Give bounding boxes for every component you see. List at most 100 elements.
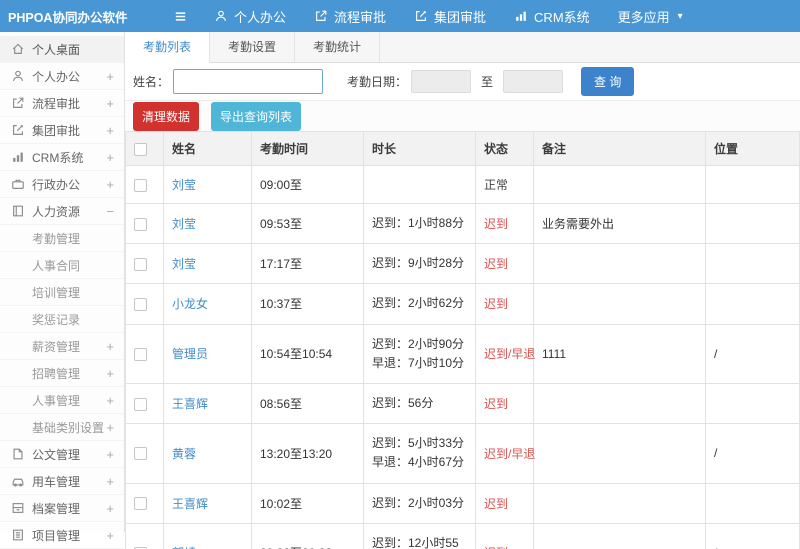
- column-header-0: 姓名: [164, 132, 252, 166]
- topnav-item-2[interactable]: 集团审批: [414, 7, 486, 26]
- employee-name-link[interactable]: 刘莹: [172, 217, 196, 231]
- employee-name-link[interactable]: 刘莹: [172, 257, 196, 271]
- employee-name-link[interactable]: 郭靖: [172, 546, 196, 549]
- sidebar-item-9[interactable]: 培训管理: [0, 279, 124, 306]
- employee-name-link[interactable]: 黄蓉: [172, 447, 196, 461]
- sidebar-item-17[interactable]: 档案管理 +: [0, 495, 124, 522]
- sidebar-item-label: 薪资管理: [32, 338, 80, 355]
- sidebar-item-5[interactable]: 行政办公+: [0, 171, 124, 198]
- sidebar-item-label: 流程审批: [32, 95, 80, 112]
- sidebar-item-16[interactable]: 用车管理+: [0, 468, 124, 495]
- topnav-label: 流程审批: [334, 7, 386, 26]
- expand-toggle-icon: +: [106, 501, 114, 516]
- chart-icon: [514, 9, 528, 23]
- row-select-cell: [126, 244, 164, 284]
- sidebar-item-6[interactable]: 人力资源−: [0, 198, 124, 225]
- topnav-item-4[interactable]: 更多应用▾: [618, 7, 683, 26]
- row-checkbox[interactable]: [134, 218, 147, 231]
- topnav-label: 集团审批: [434, 7, 486, 26]
- row-select-cell: [126, 483, 164, 523]
- table-row: 黄蓉 13:20至13:20 迟到：5小时33分早退：4小时67分 迟到/早退 …: [126, 424, 800, 483]
- row-checkbox[interactable]: [134, 447, 147, 460]
- status-badge: 迟到: [484, 257, 508, 271]
- sidebar-item-10[interactable]: 奖惩记录: [0, 306, 124, 333]
- expand-toggle-icon: +: [106, 528, 114, 543]
- chart-icon: [10, 150, 25, 164]
- row-checkbox[interactable]: [134, 298, 147, 311]
- employee-name-link[interactable]: 王喜辉: [172, 497, 208, 511]
- search-button[interactable]: 查 询: [581, 67, 634, 96]
- topnav-item-3[interactable]: CRM系统: [514, 7, 590, 26]
- sidebar-item-18[interactable]: 项目管理+: [0, 522, 124, 549]
- sidebar-item-1[interactable]: 个人办公 +: [0, 63, 124, 90]
- name-cell: 小龙女: [164, 284, 252, 324]
- employee-name-link[interactable]: 小龙女: [172, 297, 208, 311]
- sidebar-item-label: 培训管理: [32, 284, 80, 301]
- duration-cell: 迟到：2小时62分: [364, 284, 476, 324]
- sidebar-item-0[interactable]: 个人桌面: [0, 36, 124, 63]
- duration-cell: 迟到：56分: [364, 383, 476, 423]
- topnav-item-1[interactable]: 流程审批: [314, 7, 386, 26]
- sidebar-item-12[interactable]: 招聘管理+: [0, 360, 124, 387]
- sidebar-item-15[interactable]: 公文管理+: [0, 441, 124, 468]
- row-checkbox[interactable]: [134, 547, 147, 549]
- user-icon: [214, 9, 228, 23]
- expand-toggle-icon: +: [106, 393, 114, 408]
- location-cell: [706, 483, 800, 523]
- date-to-input[interactable]: [503, 70, 563, 93]
- employee-name-link[interactable]: 王喜辉: [172, 397, 208, 411]
- sidebar-toggle-button[interactable]: [173, 9, 188, 24]
- tab-0[interactable]: 考勤列表: [125, 32, 210, 63]
- status-cell: 迟到: [476, 244, 534, 284]
- hamburger-icon: [173, 9, 188, 24]
- select-all-checkbox[interactable]: [134, 143, 147, 156]
- sidebar-item-2[interactable]: 流程审批+: [0, 90, 124, 117]
- row-select-cell: [126, 284, 164, 324]
- clean-data-button[interactable]: 清理数据: [133, 102, 199, 131]
- topnav-label: CRM系统: [534, 7, 590, 26]
- row-checkbox[interactable]: [134, 348, 147, 361]
- sidebar-item-label: 档案管理: [32, 500, 80, 517]
- expand-toggle-icon: +: [106, 366, 114, 381]
- employee-name-link[interactable]: 刘莹: [172, 178, 196, 192]
- sidebar-item-8[interactable]: 人事合同: [0, 252, 124, 279]
- row-checkbox[interactable]: [134, 258, 147, 271]
- row-checkbox[interactable]: [134, 497, 147, 510]
- app-logo: PHPOA协同办公软件: [0, 7, 125, 26]
- tab-2[interactable]: 考勤统计: [295, 32, 380, 62]
- duration-cell: 迟到：2小时90分早退：7小时10分: [364, 324, 476, 383]
- duration-cell: 迟到：1小时88分: [364, 204, 476, 244]
- export-list-button[interactable]: 导出查询列表: [211, 102, 301, 131]
- sidebar-item-14[interactable]: 基础类别设置+: [0, 414, 124, 441]
- row-checkbox[interactable]: [134, 179, 147, 192]
- sidebar-item-label: 个人办公: [32, 68, 80, 85]
- row-select-cell: [126, 166, 164, 204]
- sidebar-item-label: 公文管理: [32, 446, 80, 463]
- tab-1[interactable]: 考勤设置: [210, 32, 295, 62]
- sidebar-item-11[interactable]: 薪资管理+: [0, 333, 124, 360]
- sidebar-item-13[interactable]: 人事管理+: [0, 387, 124, 414]
- status-badge: 迟到/早退: [484, 347, 535, 361]
- expand-toggle-icon: +: [106, 69, 114, 84]
- row-select-cell: [126, 204, 164, 244]
- name-cell: 王喜辉: [164, 483, 252, 523]
- name-filter-input[interactable]: [173, 69, 323, 94]
- book-icon: [10, 204, 25, 218]
- row-select-cell: [126, 383, 164, 423]
- sidebar-item-4[interactable]: CRM系统+: [0, 144, 124, 171]
- expand-toggle-icon: −: [106, 204, 114, 219]
- column-header-2: 时长: [364, 132, 476, 166]
- sidebar-item-label: 考勤管理: [32, 230, 80, 247]
- duration-cell: 迟到：9小时28分: [364, 244, 476, 284]
- status-cell: 迟到: [476, 523, 534, 549]
- row-checkbox[interactable]: [134, 398, 147, 411]
- column-header-3: 状态: [476, 132, 534, 166]
- sidebar-item-3[interactable]: 集团审批+: [0, 117, 124, 144]
- date-from-input[interactable]: [411, 70, 471, 93]
- expand-toggle-icon: +: [106, 420, 114, 435]
- time-cell: 09:53至: [252, 204, 364, 244]
- employee-name-link[interactable]: 管理员: [172, 347, 208, 361]
- sidebar-item-label: 用车管理: [32, 473, 80, 490]
- sidebar-item-7[interactable]: 考勤管理: [0, 225, 124, 252]
- topnav-item-0[interactable]: 个人办公: [214, 7, 286, 26]
